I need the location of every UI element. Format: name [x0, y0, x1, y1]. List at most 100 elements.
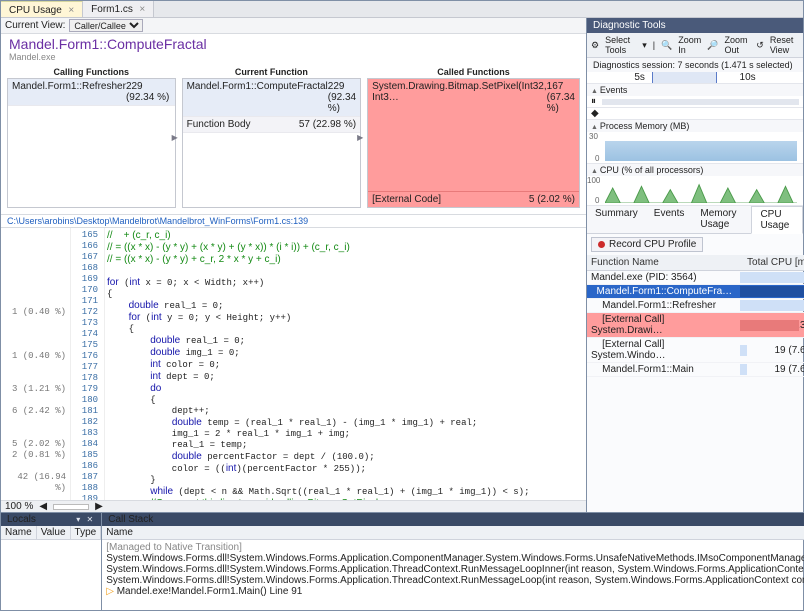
diagnostic-tools-panel: Diagnostic Tools ⚙ Select Tools▾ | 🔍 Zoo… — [587, 18, 803, 512]
code-pane[interactable]: 1 (0.40 %) 1 (0.40 %) 3 (1.21 %) 6 (2.42… — [1, 228, 586, 500]
app-window: CPU Usage × Form1.cs × Current View: Cal… — [0, 0, 804, 611]
current-row[interactable]: Mandel.Form1::ComputeFractal 229 (92.34 … — [183, 79, 361, 117]
pause-icon: ⏸ — [591, 96, 596, 107]
calling-row-name: Mandel.Form1::Refresher — [12, 81, 126, 103]
panel-buttons[interactable]: ▾ ✕ — [76, 515, 95, 524]
function-title: Mandel.Form1::ComputeFractal Mandel.exe — [1, 34, 586, 62]
calling-row[interactable]: Mandel.Form1::Refresher 229 (92.34 %) — [8, 79, 175, 106]
hscroll[interactable] — [53, 504, 89, 510]
zoom-status: 100 % ◀▶ — [1, 500, 586, 512]
view-label: Current View: — [5, 20, 65, 31]
function-title-text: Mandel.Form1::ComputeFractal — [9, 36, 578, 52]
memory-area — [605, 141, 797, 161]
memory-chart[interactable]: 30 0 — [587, 132, 803, 164]
close-icon[interactable]: × — [68, 5, 74, 16]
callstack-row[interactable]: System.Windows.Forms.dll!System.Windows.… — [106, 553, 804, 564]
gear-icon[interactable]: ⚙ — [591, 40, 599, 51]
calling-box[interactable]: Mandel.Form1::Refresher 229 (92.34 %) — [7, 78, 176, 208]
zoom-value: 100 % — [5, 501, 33, 512]
col-value[interactable]: Value — [37, 526, 71, 539]
reset-icon[interactable]: ↺ — [756, 40, 764, 51]
events-lane[interactable]: ⏸ — [587, 96, 803, 108]
left-pane: Current View: Caller/Callee Mandel.Form1… — [1, 18, 587, 512]
table-row[interactable]: Mandel.exe (PID: 3564) 248 (100.00 %) — [587, 271, 804, 285]
called-box[interactable]: System.Drawing.Bitmap.SetPixel(Int32, In… — [367, 78, 580, 208]
view-select[interactable]: Caller/Callee — [69, 19, 143, 32]
events-lane[interactable]: ◆ — [587, 108, 803, 120]
locals-columns: Name Value Type — [1, 526, 101, 540]
col-name[interactable]: Name — [102, 526, 804, 539]
col-total-cpu[interactable]: Total CPU [ms, %] — [736, 255, 804, 271]
cpu-chart[interactable]: 100 0 — [587, 176, 803, 206]
table-row[interactable]: Mandel.Form1::Refresher 229 (92.34 %) — [587, 299, 804, 313]
tab-summary[interactable]: Summary — [587, 206, 646, 233]
locals-body[interactable] — [1, 540, 101, 610]
zoom-out-icon[interactable]: 🔎 — [707, 40, 718, 51]
table-row[interactable]: Mandel.Form1::Main 19 (7.66 %) — [587, 363, 804, 377]
view-bar: Current View: Caller/Callee — [1, 18, 586, 34]
callstack-title-bar[interactable]: Call Stack ▾ ✕ — [102, 513, 804, 526]
diag-session-text: Diagnostics session: 7 seconds (1.471 s … — [587, 58, 803, 72]
mem-label[interactable]: Process Memory (MB) — [587, 120, 803, 132]
cpu-usage-table[interactable]: Function Name Total CPU [ms, %] Mandel.e… — [587, 255, 804, 377]
locals-title-bar[interactable]: Locals ▾ ✕ — [1, 513, 101, 526]
diag-title: Diagnostic Tools — [587, 18, 803, 33]
called-external[interactable]: [External Code] 5 (2.02 %) — [368, 191, 579, 207]
called-functions: Called Functions System.Drawing.Bitmap.S… — [367, 66, 580, 208]
document-tab-bar: CPU Usage × Form1.cs × — [1, 1, 803, 18]
col-function-name[interactable]: Function Name — [587, 255, 736, 271]
current-box[interactable]: Mandel.Form1::ComputeFractal 229 (92.34 … — [182, 78, 362, 208]
timeline-marks: 5s 10s — [587, 72, 803, 83]
cpu-label[interactable]: CPU (% of all processors) — [587, 164, 803, 176]
zoom-in-icon[interactable]: 🔍 — [661, 40, 672, 51]
called-header: Called Functions — [367, 66, 580, 78]
timeline-ruler[interactable]: 5s 10s — [587, 72, 803, 84]
col-name[interactable]: Name — [1, 526, 37, 539]
callstack-body[interactable]: [Managed to Native Transition]System.Win… — [102, 540, 804, 610]
bottom-panels: Locals ▾ ✕ Name Value Type Call Stack ▾ … — [1, 512, 803, 610]
file-path[interactable]: C:\Users\arobins\Desktop\Mandelbrot\Mand… — [1, 214, 586, 228]
record-cpu-button[interactable]: Record CPU Profile — [591, 237, 703, 252]
callstack-row[interactable]: Mandel.exe!Mandel.Form1.Main() Line 91 — [106, 586, 804, 597]
callstack-row[interactable]: System.Windows.Forms.dll!System.Windows.… — [106, 564, 804, 575]
select-tools[interactable]: Select Tools — [605, 35, 636, 55]
tab-label: Form1.cs — [91, 4, 133, 15]
zoom-in[interactable]: Zoom In — [678, 35, 701, 55]
current-row[interactable]: Function Body 57 (22.98 %) — [183, 117, 361, 133]
current-header: Current Function — [182, 66, 362, 78]
arrow-icon — [357, 132, 367, 142]
events-label[interactable]: Events — [587, 84, 803, 96]
zoom-out[interactable]: Zoom Out — [725, 35, 751, 55]
diag-tabs: Summary Events Memory Usage CPU Usage — [587, 206, 803, 234]
called-row[interactable]: System.Drawing.Bitmap.SetPixel(Int32, In… — [368, 79, 579, 116]
code-body[interactable]: // + (c_r, c_i) // = ((x * x) - (y * y) … — [105, 228, 586, 500]
col-type[interactable]: Type — [71, 526, 102, 539]
caller-callee-view: Calling Functions Mandel.Form1::Refreshe… — [1, 62, 586, 214]
table-row[interactable]: Mandel.Form1::ComputeFra… 229 (92.34 %) — [587, 285, 804, 299]
diag-toolbar: ⚙ Select Tools▾ | 🔍 Zoom In 🔎 Zoom Out ↺… — [587, 33, 803, 58]
line-number-gutter: 1651661671681691701711721731741751761771… — [71, 228, 105, 500]
tab-cpu-usage[interactable]: CPU Usage — [751, 206, 803, 234]
callstack-panel: Call Stack ▾ ✕ Name [Managed to Native T… — [102, 513, 804, 610]
calling-header: Calling Functions — [7, 66, 176, 78]
diamond-icon: ◆ — [591, 108, 599, 119]
module-subtext: Mandel.exe — [9, 52, 578, 62]
tab-form1cs[interactable]: Form1.cs × — [83, 1, 154, 17]
calling-functions: Calling Functions Mandel.Form1::Refreshe… — [7, 66, 176, 208]
locals-panel: Locals ▾ ✕ Name Value Type — [1, 513, 102, 610]
tab-memory-usage[interactable]: Memory Usage — [692, 206, 751, 233]
table-row[interactable]: [External Call] System.Windo… 19 (7.66 %… — [587, 338, 804, 363]
tab-label: CPU Usage — [9, 5, 62, 16]
callstack-columns: Name — [102, 526, 804, 540]
current-function: Current Function Mandel.Form1::ComputeFr… — [182, 66, 362, 208]
reset-view[interactable]: Reset View — [770, 35, 799, 55]
calling-row-val: 229 (92.34 %) — [126, 81, 171, 103]
callstack-row[interactable]: [Managed to Native Transition] — [106, 542, 804, 553]
callstack-row[interactable]: System.Windows.Forms.dll!System.Windows.… — [106, 575, 804, 586]
metrics-gutter: 1 (0.40 %) 1 (0.40 %) 3 (1.21 %) 6 (2.42… — [1, 228, 71, 500]
table-row[interactable]: [External Call] System.Drawi… 167 (67.34… — [587, 313, 804, 338]
events-segment — [602, 99, 799, 105]
tab-cpu-usage[interactable]: CPU Usage × — [1, 1, 83, 17]
close-icon[interactable]: × — [139, 4, 145, 15]
tab-events[interactable]: Events — [646, 206, 693, 233]
